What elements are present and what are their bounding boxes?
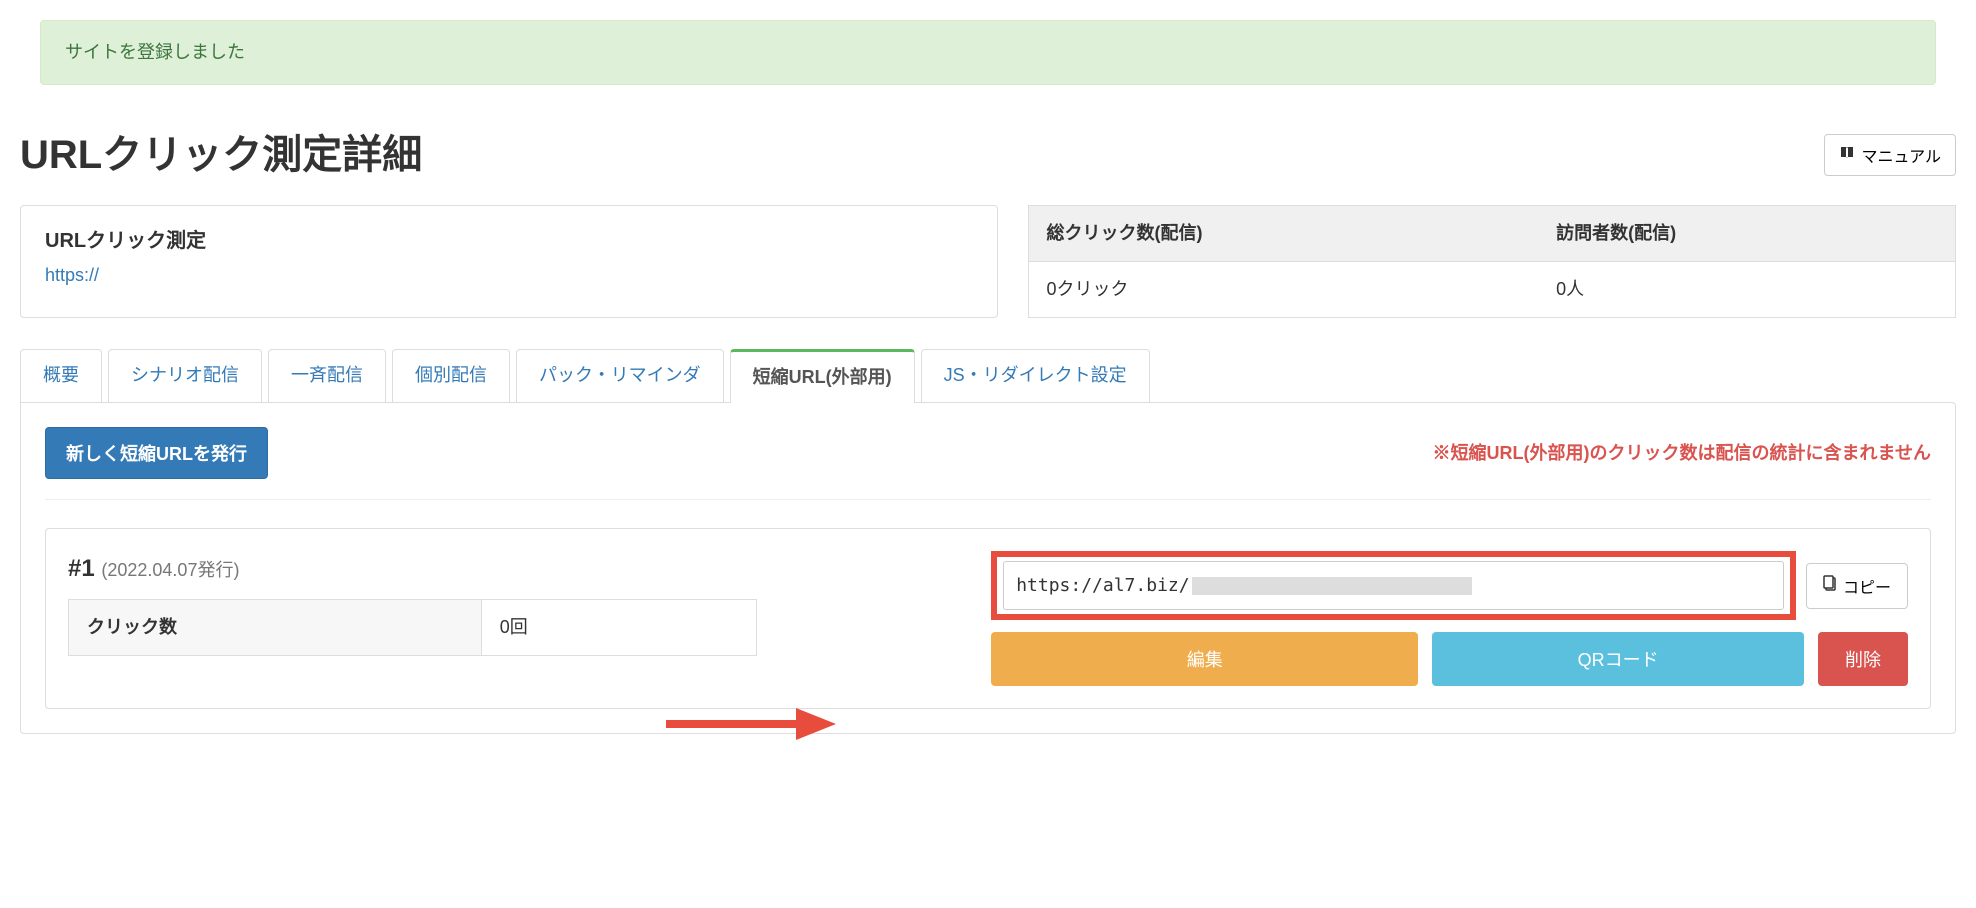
clipboard-icon <box>1823 575 1837 596</box>
tab-overview[interactable]: 概要 <box>20 349 102 403</box>
stats-value-visitors: 0人 <box>1538 262 1955 318</box>
entry-id: #1 <box>68 555 95 582</box>
warning-note: ※短縮URL(外部用)のクリック数は配信の統計に含まれません <box>1433 440 1931 467</box>
tab-broadcast[interactable]: 一斉配信 <box>268 349 386 403</box>
tab-content: 新しく短縮URLを発行 ※短縮URL(外部用)のクリック数は配信の統計に含まれま… <box>20 402 1956 734</box>
stats-value-clicks: 0クリック <box>1028 262 1538 318</box>
short-url-value: https://al7.biz/ <box>1016 572 1189 599</box>
measurement-heading: URLクリック測定 <box>45 226 973 256</box>
stats-header-clicks: 総クリック数(配信) <box>1028 206 1538 262</box>
tab-individual[interactable]: 個別配信 <box>392 349 510 403</box>
page-title: URLクリック測定詳細 <box>20 125 422 185</box>
issue-short-url-button[interactable]: 新しく短縮URLを発行 <box>45 427 268 479</box>
book-icon <box>1839 145 1855 166</box>
entry-date: (2022.04.07発行) <box>101 560 239 580</box>
clicks-value: 0回 <box>481 600 756 656</box>
redacted-segment <box>1192 577 1472 595</box>
alert-success: サイトを登録しました <box>40 20 1936 85</box>
short-url-panel: #1 (2022.04.07発行) クリック数 0回 https://al7.b… <box>45 528 1931 709</box>
edit-button[interactable]: 編集 <box>991 632 1418 686</box>
copy-label: コピー <box>1843 574 1891 598</box>
stats-header-visitors: 訪問者数(配信) <box>1538 206 1955 262</box>
arrow-annotation-icon <box>666 704 836 744</box>
copy-button[interactable]: コピー <box>1806 563 1908 609</box>
tab-scenario[interactable]: シナリオ配信 <box>108 349 262 403</box>
short-url-input[interactable]: https://al7.biz/ <box>1003 561 1784 610</box>
manual-label: マニュアル <box>1861 143 1941 167</box>
qr-code-button[interactable]: QRコード <box>1432 632 1804 686</box>
entry-title: #1 (2022.04.07発行) <box>68 551 951 587</box>
divider <box>45 499 1931 500</box>
manual-button[interactable]: マニュアル <box>1824 134 1956 176</box>
tab-short-url-external[interactable]: 短縮URL(外部用) <box>730 349 915 403</box>
clicks-label: クリック数 <box>69 600 482 656</box>
alert-message: サイトを登録しました <box>65 42 245 62</box>
url-highlight-box: https://al7.biz/ <box>991 551 1796 620</box>
measurement-panel: URLクリック測定 https:// <box>20 205 998 318</box>
clicks-table: クリック数 0回 <box>68 599 757 656</box>
tab-js-redirect[interactable]: JS・リダイレクト設定 <box>921 349 1150 403</box>
measurement-url-link[interactable]: https:// <box>45 265 99 285</box>
delete-button[interactable]: 削除 <box>1818 632 1908 686</box>
tabs: 概要 シナリオ配信 一斉配信 個別配信 パック・リマインダ 短縮URL(外部用)… <box>20 348 1956 402</box>
tab-pack[interactable]: パック・リマインダ <box>516 349 724 403</box>
stats-table: 総クリック数(配信) 訪問者数(配信) 0クリック 0人 <box>1028 205 1957 318</box>
